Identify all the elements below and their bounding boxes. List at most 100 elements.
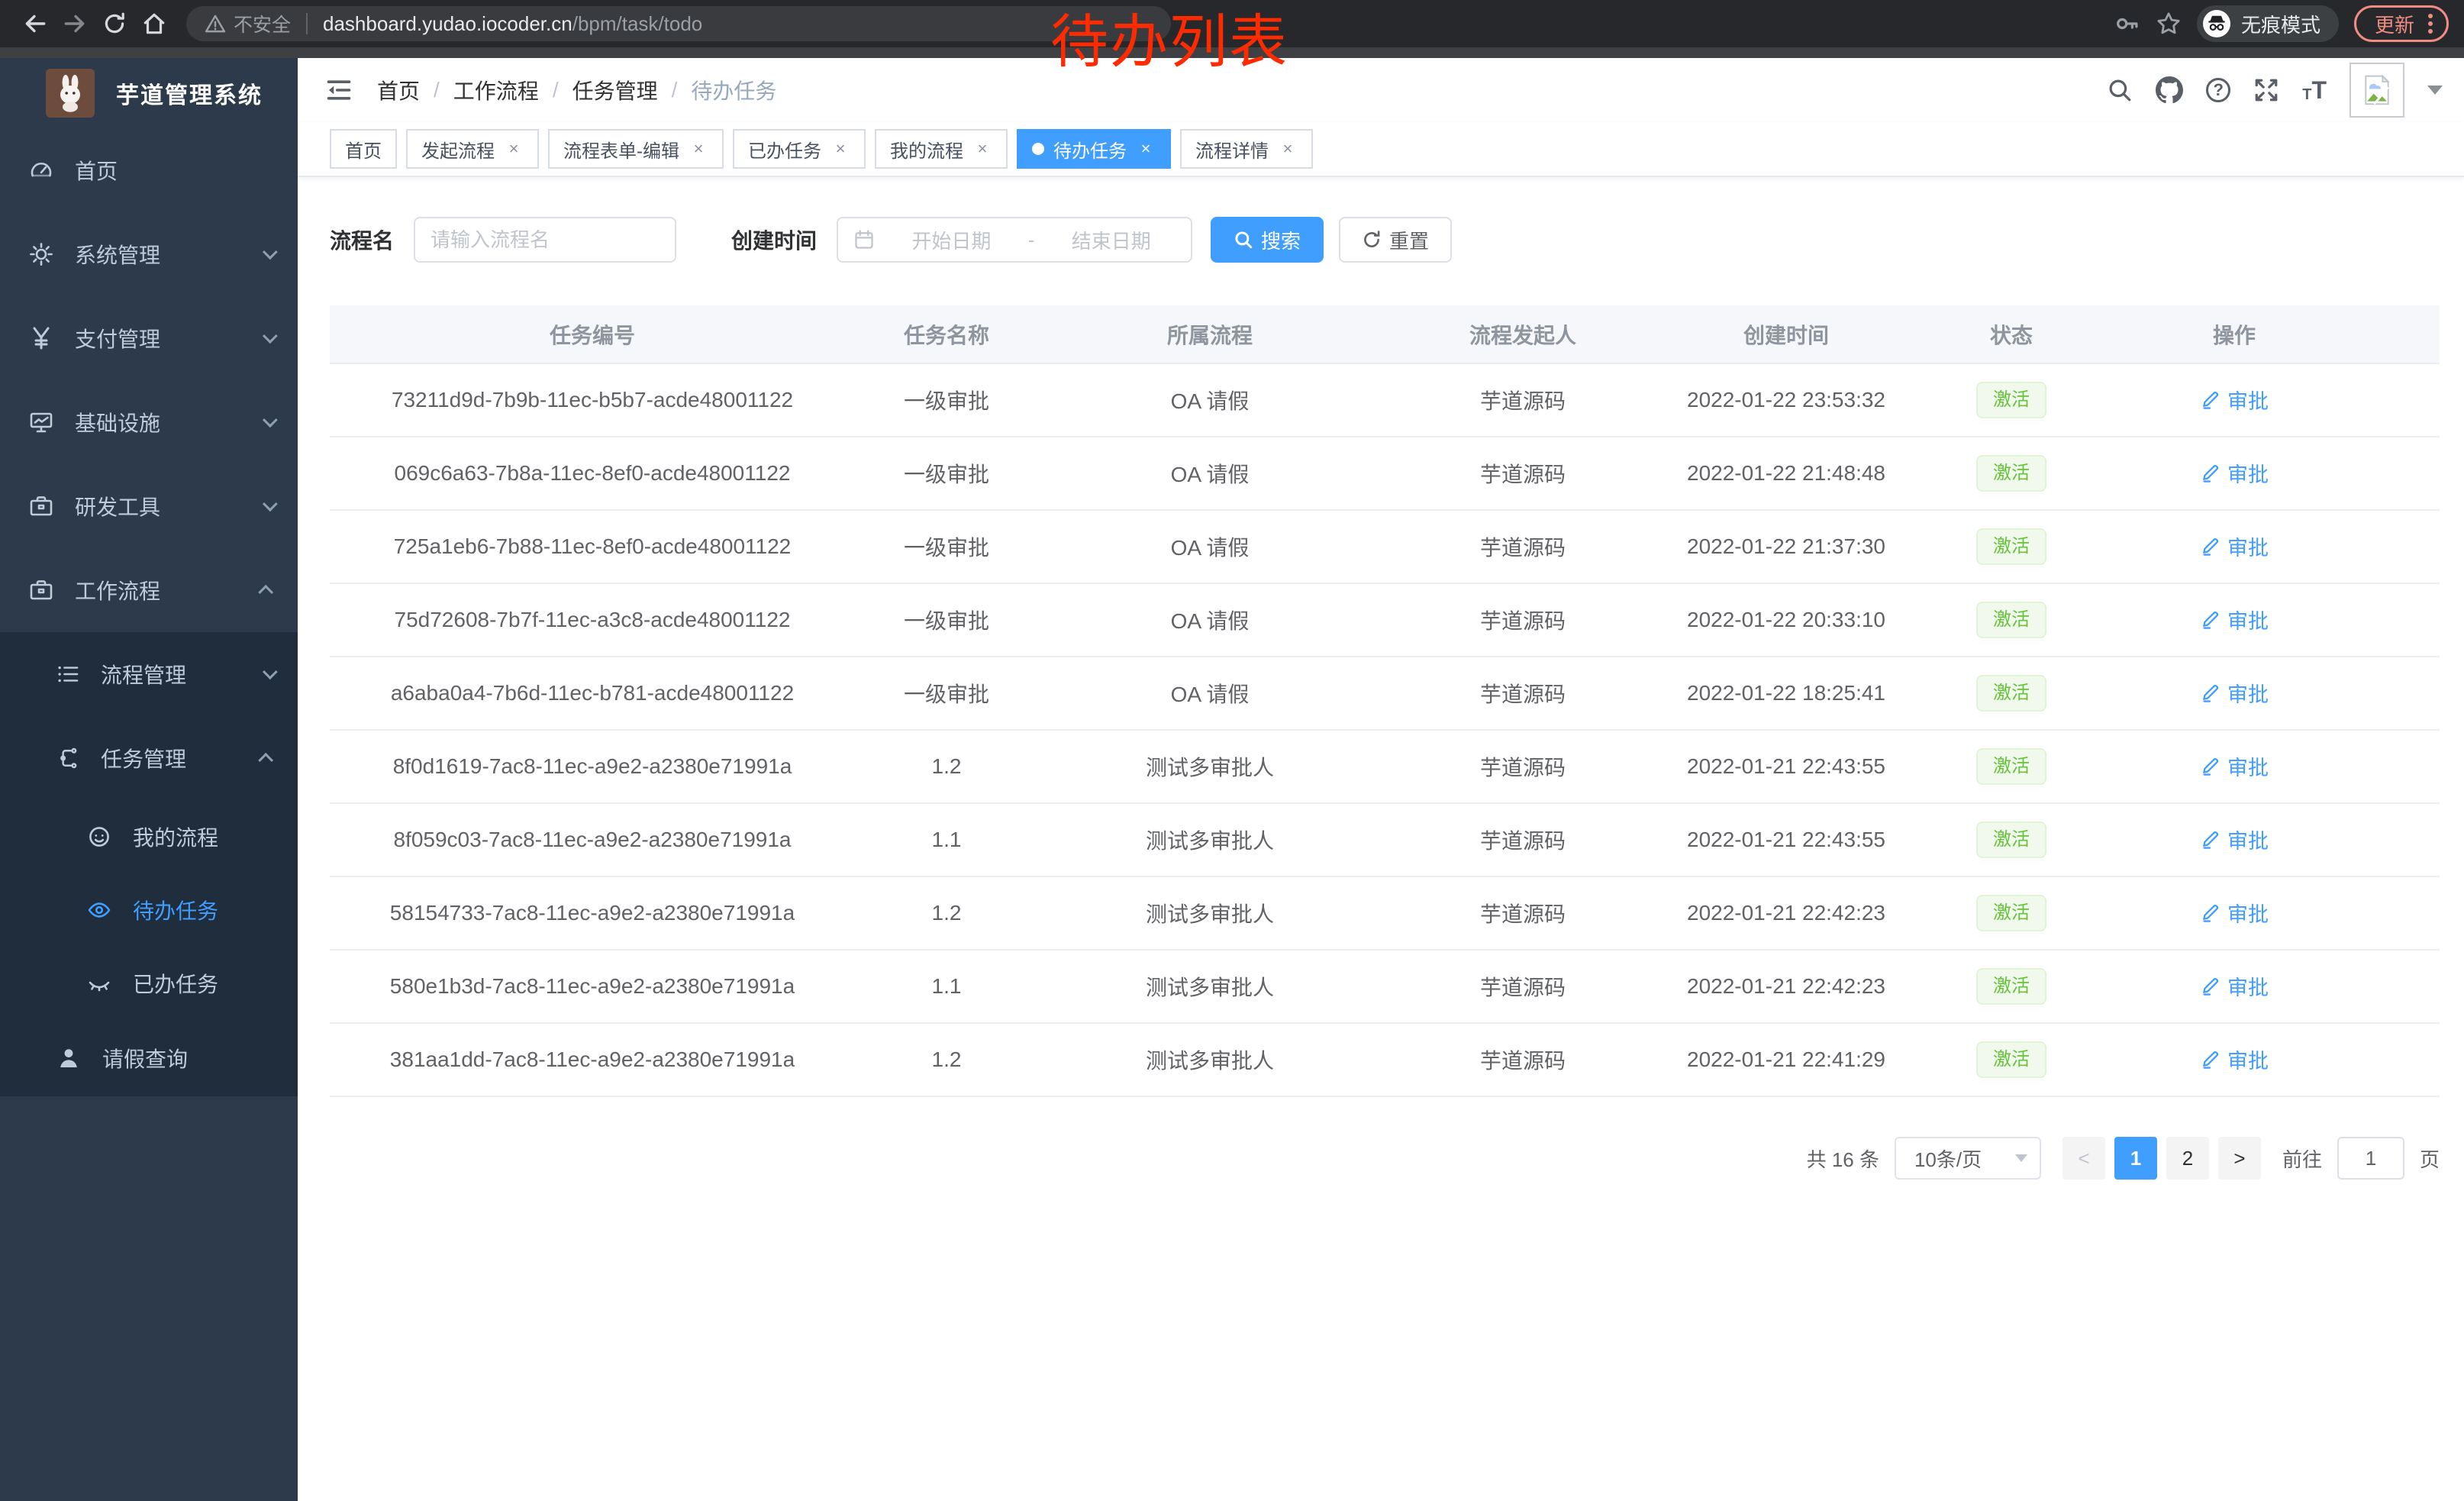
table-row: 73211d9d-7b9b-11ec-b5b7-acde48001122 一级审… (330, 363, 2440, 437)
approve-link[interactable]: 审批 (2200, 458, 2269, 488)
edit-icon (2200, 389, 2221, 410)
annotation-todo-list: 待办列表 (1050, 9, 1288, 76)
date-range-picker[interactable]: 开始日期 - 结束日期 (837, 217, 1192, 263)
tab-close-icon[interactable] (504, 139, 524, 159)
action-cell: 审批 (2114, 657, 2440, 730)
approve-link[interactable]: 审批 (2200, 1044, 2269, 1074)
tab-close-icon[interactable] (1278, 139, 1298, 159)
breadcrumb-separator: / (672, 78, 678, 102)
sidebar-item-my-process[interactable]: 我的流程 (0, 800, 298, 873)
font-size-icon[interactable]: TT (2302, 78, 2327, 102)
goto-page-input[interactable] (2337, 1137, 2404, 1180)
tab-close-icon[interactable] (1136, 139, 1156, 159)
approve-link[interactable]: 审批 (2200, 898, 2269, 928)
approve-link[interactable]: 审批 (2200, 605, 2269, 634)
bookmark-star-icon[interactable] (2156, 11, 2182, 37)
breadcrumb-workflow[interactable]: 工作流程 (453, 75, 539, 105)
breadcrumb-task-management[interactable]: 任务管理 (572, 75, 658, 105)
yen-icon (29, 326, 53, 350)
chevron-up-icon (258, 585, 273, 600)
task-name-cell: 一级审批 (855, 657, 1038, 730)
tab-form-edit[interactable]: 流程表单-编辑 (548, 129, 724, 169)
total-count: 共 16 条 (1807, 1144, 1879, 1173)
task-id-cell: 8f059c03-7ac8-11ec-a9e2-a2380e71991a (330, 803, 855, 876)
status-cell: 激活 (1908, 583, 2114, 657)
tab-label: 已办任务 (748, 136, 821, 163)
tab-label: 流程表单-编辑 (563, 136, 679, 163)
sidebar-item-task-management[interactable]: 任务管理 (0, 716, 298, 800)
home-button[interactable] (134, 4, 174, 44)
next-page-button[interactable]: > (2218, 1137, 2261, 1180)
tab-home[interactable]: 首页 (330, 129, 397, 169)
task-id-cell: a6aba0a4-7b6d-11ec-b781-acde48001122 (330, 657, 855, 730)
sidebar-item-workflow[interactable]: 工作流程 (0, 548, 298, 632)
tab-done-tasks[interactable]: 已办任务 (733, 129, 866, 169)
back-icon (22, 11, 48, 37)
browser-menu-icon[interactable] (2428, 14, 2433, 34)
fullscreen-icon[interactable] (2253, 77, 2279, 103)
sidebar-item-devtools[interactable]: 研发工具 (0, 464, 298, 548)
approve-link[interactable]: 审批 (2200, 385, 2269, 415)
address-bar[interactable]: 不安全 dashboard.yudao.iocoder.cn/bpm/task/… (186, 6, 1171, 41)
action-cell: 审批 (2114, 583, 2440, 657)
sidebar-item-payment[interactable]: 支付管理 (0, 296, 298, 380)
tab-process-detail[interactable]: 流程详情 (1180, 129, 1313, 169)
tab-todo-tasks[interactable]: 待办任务 (1017, 129, 1171, 169)
approve-link[interactable]: 审批 (2200, 751, 2269, 781)
approve-link[interactable]: 审批 (2200, 678, 2269, 708)
home-icon (141, 11, 167, 37)
task-id-cell: 580e1b3d-7ac8-11ec-a9e2-a2380e71991a (330, 950, 855, 1023)
reset-button[interactable]: 重置 (1339, 217, 1452, 263)
approve-link[interactable]: 审批 (2200, 971, 2269, 1001)
process-name-input[interactable] (414, 217, 676, 263)
create-time-cell: 2022-01-21 22:41:29 (1664, 1023, 1908, 1096)
search-icon[interactable] (2107, 77, 2133, 103)
sidebar-item-infrastructure[interactable]: 基础设施 (0, 380, 298, 464)
starter-cell: 芋道源码 (1382, 510, 1664, 583)
avatar[interactable] (2350, 63, 2404, 118)
sidebar-item-label: 流程管理 (101, 659, 186, 689)
avatar-caret-icon[interactable] (2427, 86, 2443, 95)
sidebar-toggle-button[interactable] (325, 76, 353, 104)
back-button[interactable] (15, 4, 55, 44)
approve-link[interactable]: 审批 (2200, 531, 2269, 561)
chevron-up-icon (258, 753, 273, 768)
sidebar-item-system[interactable]: 系统管理 (0, 212, 298, 296)
security-chip[interactable]: 不安全 (205, 10, 291, 37)
starter-cell: 芋道源码 (1382, 730, 1664, 803)
sidebar-item-home[interactable]: 首页 (0, 128, 298, 212)
status-cell: 激活 (1908, 510, 2114, 583)
reload-button[interactable] (95, 4, 134, 44)
sidebar-item-leave-query[interactable]: 请假查询 (0, 1020, 298, 1096)
page-button-1[interactable]: 1 (2114, 1137, 2157, 1180)
breadcrumb-home[interactable]: 首页 (377, 75, 420, 105)
update-button[interactable]: 更新 (2354, 5, 2449, 42)
github-icon[interactable] (2156, 76, 2183, 104)
approve-link[interactable]: 审批 (2200, 825, 2269, 854)
search-button[interactable]: 搜索 (1211, 217, 1324, 263)
status-cell: 激活 (1908, 1023, 2114, 1096)
app-logo[interactable]: 芋道管理系统 (0, 58, 298, 128)
tab-close-icon[interactable] (830, 139, 850, 159)
tab-my-process[interactable]: 我的流程 (875, 129, 1008, 169)
tab-start-process[interactable]: 发起流程 (406, 129, 539, 169)
tab-close-icon[interactable] (972, 139, 992, 159)
breadcrumb: 首页 / 工作流程 / 任务管理 / 待办任务 (377, 75, 776, 105)
hamburger-icon (325, 76, 353, 104)
key-icon[interactable] (2114, 11, 2140, 37)
security-label: 不安全 (234, 10, 291, 37)
sidebar-item-done-tasks[interactable]: 已办任务 (0, 947, 298, 1020)
process-name-label: 流程名 (330, 224, 394, 255)
page-size-select[interactable]: 10条/页 (1895, 1137, 2041, 1180)
sidebar-item-label: 系统管理 (75, 239, 160, 270)
help-icon[interactable]: ? (2206, 78, 2230, 102)
create-time-cell: 2022-01-21 22:42:23 (1664, 950, 1908, 1023)
prev-page-button[interactable]: < (2062, 1137, 2105, 1180)
sidebar-item-process-management[interactable]: 流程管理 (0, 632, 298, 716)
sidebar-item-todo-tasks[interactable]: 待办任务 (0, 873, 298, 947)
status-cell: 激活 (1908, 803, 2114, 876)
forward-button[interactable] (55, 4, 95, 44)
status-badge: 激活 (1976, 968, 2046, 1005)
tab-close-icon[interactable] (689, 139, 708, 159)
page-button-2[interactable]: 2 (2166, 1137, 2209, 1180)
